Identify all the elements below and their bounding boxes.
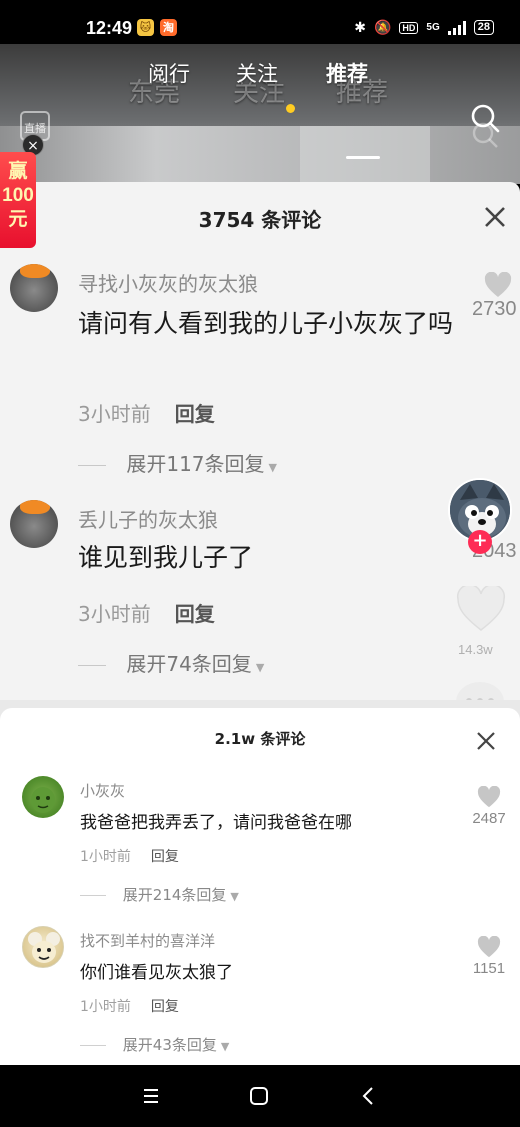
reply-button[interactable]: 回复 [175, 602, 215, 626]
expand-replies-label: 展开43条回复 [122, 1036, 217, 1054]
comment-meta: 1小时前 回复 [80, 996, 179, 1016]
heart-icon [484, 272, 512, 297]
expand-replies-label: 展开214条回复 [122, 886, 227, 904]
close-icon[interactable] [482, 204, 508, 230]
video-frame [0, 126, 520, 184]
avatar[interactable] [22, 776, 64, 818]
comment-time: 3小时前 [78, 602, 151, 626]
promo-line-3: 元 [8, 209, 28, 230]
comment-author[interactable]: 丢儿子的灰太狼 [78, 504, 218, 533]
promo-line-2: 100 [2, 185, 34, 206]
like-button[interactable]: 2730 [472, 272, 520, 321]
reply-button[interactable]: 回复 [151, 999, 179, 1015]
app-notification-icon: 🐱 [137, 19, 154, 36]
comment-time: 1小时前 [80, 849, 131, 865]
svg-text:直播: 直播 [24, 121, 46, 135]
tab-city[interactable]: 阅行 [148, 58, 190, 88]
like-button[interactable]: 2487 [462, 786, 516, 827]
like-count: 2487 [472, 810, 506, 827]
comment-text: 谁见到我儿子了 [78, 543, 254, 572]
status-time: 12:49 [86, 18, 133, 38]
expand-replies-label: 展开74条回复 [126, 652, 252, 676]
taobao-notification-icon: 淘 [160, 19, 177, 36]
comment-sheet: 2.1w 条评论 小灰灰 我爸爸把我弄丢了，请问我爸爸在哪 1小时前 回复 展开2… [0, 708, 520, 1065]
network-type: 5G [426, 22, 440, 33]
signal-icon [447, 20, 466, 35]
comment-text: 我爸爸把我弄丢了，请问我爸爸在哪 [80, 813, 352, 833]
promo-line-1: 赢 [8, 161, 28, 182]
expand-replies-button[interactable]: 展开74条回复 ▼ [78, 648, 264, 677]
close-icon[interactable] [475, 730, 497, 752]
top-nav: 直播 东莞 阅行 关注 关注 推荐 推荐 [0, 44, 520, 159]
battery-icon: 28 [473, 20, 494, 35]
comment-time: 3小时前 [78, 402, 151, 426]
chevron-down-icon: ▼ [230, 890, 239, 903]
expand-replies-button[interactable]: 展开117条回复 ▼ [78, 448, 277, 477]
comment-count-title: 2.1w 条评论 [214, 730, 306, 748]
expand-replies-button[interactable]: 展开43条回复 ▼ [80, 1034, 230, 1055]
bluetooth-icon: ✱ [354, 19, 366, 35]
comment-author[interactable]: 小灰灰 [80, 780, 125, 801]
menu-icon[interactable] [138, 1083, 164, 1109]
side-like-count: 14.3w [458, 642, 493, 657]
follow-plus-button[interactable]: + [468, 530, 492, 554]
comment-meta: 1小时前 回复 [80, 846, 179, 866]
like-count: 2730 [472, 298, 517, 320]
system-nav-bar [0, 1065, 520, 1127]
mute-bell-icon: 🔕 [373, 19, 392, 35]
comment-text: 你们谁看见灰太狼了 [80, 963, 233, 983]
promo-badge[interactable]: 赢 100 元 [0, 152, 36, 248]
like-button[interactable]: 1151 [462, 936, 516, 977]
chevron-down-icon: ▼ [220, 1040, 230, 1053]
back-icon[interactable] [356, 1083, 382, 1109]
avatar[interactable] [22, 926, 64, 968]
follow-update-dot [286, 104, 295, 113]
avatar[interactable] [10, 500, 58, 548]
heart-icon[interactable] [456, 586, 506, 632]
chevron-down-icon: ▼ [255, 661, 265, 674]
sheep-avatar-icon [31, 787, 55, 813]
status-icons: ✱ 🔕 HD 5G 28 [354, 19, 494, 36]
heart-icon [477, 786, 501, 808]
comment-author[interactable]: 找不到羊村的喜洋洋 [80, 930, 215, 951]
comment-author[interactable]: 寻找小灰灰的灰太狼 [78, 268, 258, 297]
status-bar: 12:49 🐱 淘 ✱ 🔕 HD 5G 28 [0, 0, 520, 44]
home-icon[interactable] [246, 1083, 272, 1109]
expand-replies-button[interactable]: 展开214条回复 ▼ [80, 884, 239, 905]
search-icon[interactable] [468, 102, 502, 148]
like-count: 1151 [472, 960, 506, 977]
tab-follow[interactable]: 关注 [236, 58, 278, 88]
comment-time: 1小时前 [80, 999, 131, 1015]
hd-icon: HD [399, 21, 419, 34]
expand-replies-label: 展开117条回复 [126, 452, 265, 476]
comment-meta: 3小时前 回复 [78, 398, 215, 427]
avatar[interactable] [10, 264, 58, 312]
comment-meta: 3小时前 回复 [78, 598, 215, 627]
tab-recommend[interactable]: 推荐 [326, 58, 368, 88]
active-tab-indicator [346, 156, 380, 159]
heart-icon [477, 936, 501, 958]
reply-button[interactable]: 回复 [175, 402, 215, 426]
comment-count-title: 3754 条评论 [198, 208, 322, 232]
comment-text: 请问有人看到我的儿子小灰灰了吗 [78, 309, 454, 338]
reply-button[interactable]: 回复 [151, 849, 179, 865]
chevron-down-icon: ▼ [268, 461, 278, 474]
background-comment-sheet: 3754 条评论 寻找小灰灰的灰太狼 请问有人看到我的儿子小灰灰了吗 3小时前回… [0, 182, 520, 710]
sheep-avatar-icon [28, 932, 60, 963]
